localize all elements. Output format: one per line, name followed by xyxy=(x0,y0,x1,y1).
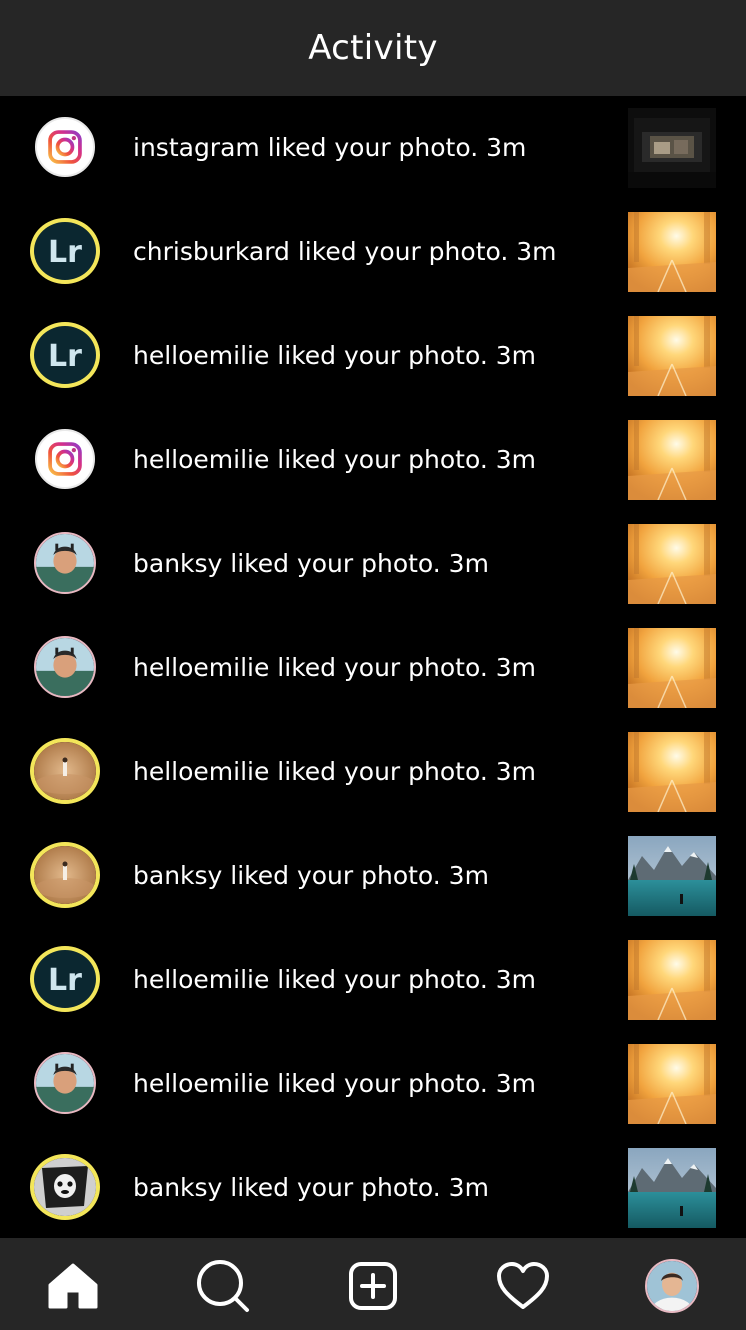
activity-text: helloemilie liked your photo. 3m xyxy=(133,445,536,474)
post-thumbnail[interactable] xyxy=(628,628,716,708)
profile-avatar[interactable] xyxy=(645,1259,699,1313)
activity-text: helloemilie liked your photo. 3m xyxy=(133,1069,536,1098)
post-thumbnail[interactable] xyxy=(628,524,716,604)
person-avatar[interactable] xyxy=(34,636,96,698)
activity-row[interactable]: Lr helloemilie liked your photo. 3m xyxy=(0,928,746,1032)
bw-avatar[interactable] xyxy=(30,1154,100,1220)
person-avatar[interactable] xyxy=(34,532,96,594)
activity-text: helloemilie liked your photo. 3m xyxy=(133,757,536,786)
activity-text: banksy liked your photo. 3m xyxy=(133,549,489,578)
person-avatar[interactable] xyxy=(34,1052,96,1114)
activity-row[interactable]: Lr chrisburkard liked your photo. 3m xyxy=(0,200,746,304)
post-thumbnail[interactable] xyxy=(628,836,716,916)
instagram-icon[interactable] xyxy=(35,429,95,489)
activity-row[interactable]: banksy liked your photo. 3m xyxy=(0,512,746,616)
desert-avatar[interactable] xyxy=(30,738,100,804)
activity-row[interactable]: banksy liked your photo. 3m xyxy=(0,824,746,928)
activity-text: helloemilie liked your photo. 3m xyxy=(133,965,536,994)
svg-text:Lr: Lr xyxy=(48,339,82,374)
activity-text: helloemilie liked your photo. 3m xyxy=(133,653,536,682)
post-thumbnail[interactable] xyxy=(628,212,716,292)
activity-row[interactable]: Lr helloemilie liked your photo. 3m xyxy=(0,304,746,408)
activity-text: chrisburkard liked your photo. 3m xyxy=(133,237,557,266)
heart-icon[interactable] xyxy=(495,1258,551,1314)
page-title: Activity xyxy=(308,28,438,68)
post-thumbnail[interactable] xyxy=(628,420,716,500)
svg-text:Lr: Lr xyxy=(48,235,82,270)
post-thumbnail[interactable] xyxy=(628,732,716,812)
desert-avatar[interactable] xyxy=(30,842,100,908)
svg-text:Lr: Lr xyxy=(48,963,82,998)
activity-row[interactable]: helloemilie liked your photo. 3m xyxy=(0,616,746,720)
post-thumbnail[interactable] xyxy=(628,1148,716,1228)
activity-row[interactable]: helloemilie liked your photo. 3m xyxy=(0,1032,746,1136)
lightroom-icon[interactable]: Lr xyxy=(30,218,100,284)
activity-row[interactable]: banksy liked your photo. 3m xyxy=(0,1136,746,1238)
activity-text: instagram liked your photo. 3m xyxy=(133,133,527,162)
activity-row[interactable]: helloemilie liked your photo. 3m xyxy=(0,720,746,824)
activity-text: helloemilie liked your photo. 3m xyxy=(133,341,536,370)
home-icon[interactable] xyxy=(45,1258,101,1314)
header-bar: Activity xyxy=(0,0,746,96)
post-thumbnail[interactable] xyxy=(628,1044,716,1124)
activity-row[interactable]: instagram liked your photo. 3m xyxy=(0,96,746,200)
activity-text: banksy liked your photo. 3m xyxy=(133,1173,489,1202)
search-icon[interactable] xyxy=(195,1258,251,1314)
lightroom-icon[interactable]: Lr xyxy=(30,322,100,388)
activity-text: banksy liked your photo. 3m xyxy=(133,861,489,890)
add-post-icon[interactable] xyxy=(345,1258,401,1314)
activity-row[interactable]: helloemilie liked your photo. 3m xyxy=(0,408,746,512)
post-thumbnail[interactable] xyxy=(628,940,716,1020)
instagram-icon[interactable] xyxy=(35,117,95,177)
bottom-tab-bar xyxy=(0,1238,746,1330)
post-thumbnail[interactable] xyxy=(628,108,716,188)
activity-list[interactable]: instagram liked your photo. 3m Lr chrisbur… xyxy=(0,96,746,1238)
post-thumbnail[interactable] xyxy=(628,316,716,396)
lightroom-icon[interactable]: Lr xyxy=(30,946,100,1012)
